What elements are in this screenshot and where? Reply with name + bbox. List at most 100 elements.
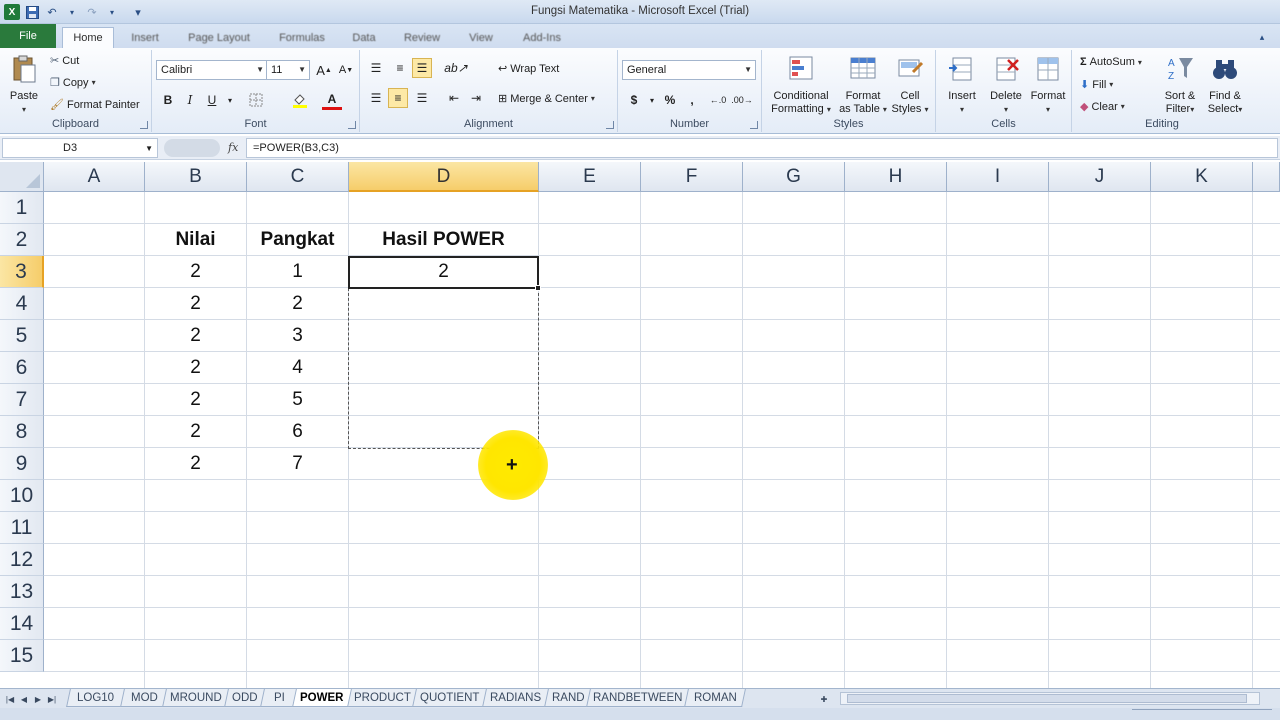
sheet-tab-rand[interactable]: RAND — [544, 689, 592, 707]
cell-c4[interactable]: 2 — [247, 288, 348, 320]
header-hasil-power[interactable]: Hasil POWER — [349, 224, 538, 256]
cell-c8[interactable]: 6 — [247, 416, 348, 448]
sheet-tab-product[interactable]: PRODUCT — [346, 689, 418, 707]
cell-b6[interactable]: 2 — [145, 352, 246, 384]
conditional-formatting-button[interactable]: Conditional Formatting ▾ — [766, 54, 836, 116]
cell-b7[interactable]: 2 — [145, 384, 246, 416]
cell-b4[interactable]: 2 — [145, 288, 246, 320]
cell-c5[interactable]: 3 — [247, 320, 348, 352]
fill-button[interactable]: ⬇ Fill ▾ — [1080, 78, 1113, 92]
row-header-13[interactable]: 13 — [0, 576, 44, 608]
font-size-combo[interactable]: 11 ▼ — [266, 60, 310, 80]
align-right-icon[interactable]: ☰ — [412, 88, 432, 108]
column-header-a[interactable]: A — [44, 162, 145, 192]
tab-data[interactable]: Data — [344, 27, 384, 48]
column-header-h[interactable]: H — [845, 162, 947, 192]
column-header-f[interactable]: F — [641, 162, 743, 192]
row-header-4[interactable]: 4 — [0, 288, 44, 320]
tab-insert[interactable]: Insert — [122, 27, 168, 48]
tab-file[interactable]: File — [0, 24, 56, 48]
row-header-3[interactable]: 3 — [0, 256, 44, 288]
next-sheet-icon[interactable]: ▶ — [32, 692, 44, 706]
shrink-font-icon[interactable]: A ▼ — [336, 60, 356, 80]
row-header-6[interactable]: 6 — [0, 352, 44, 384]
autosum-button[interactable]: Σ AutoSum ▾ — [1080, 56, 1142, 68]
column-header-partial[interactable] — [1253, 162, 1280, 192]
sheet-tab-quotient[interactable]: QUOTIENT — [412, 689, 488, 707]
clear-button[interactable]: ◆ Clear ▾ — [1080, 100, 1125, 114]
align-bottom-icon[interactable]: ☰ — [412, 58, 432, 78]
align-top-icon[interactable]: ☰ — [366, 58, 386, 78]
row-header-12[interactable]: 12 — [0, 544, 44, 576]
first-sheet-icon[interactable]: |◀ — [4, 692, 16, 706]
cell-c3[interactable]: 1 — [247, 256, 348, 288]
insert-function-button[interactable]: fx — [228, 141, 238, 154]
copy-button[interactable]: ❐ Copy ▾ — [50, 76, 96, 90]
underline-button[interactable]: U — [202, 90, 222, 110]
copy-dropdown-icon[interactable]: ▾ — [92, 78, 96, 87]
sheet-tab-radians[interactable]: RADIANS — [482, 689, 550, 707]
select-all-button[interactable] — [0, 162, 44, 192]
cell-c9[interactable]: 7 — [247, 448, 348, 480]
percent-button[interactable]: % — [660, 90, 680, 110]
tab-home[interactable]: Home — [62, 27, 114, 48]
cell-b9[interactable]: 2 — [145, 448, 246, 480]
cell-c7[interactable]: 5 — [247, 384, 348, 416]
increase-decimal-icon[interactable]: ←.0 — [708, 90, 728, 110]
paste-button[interactable]: Paste ▾ — [6, 54, 42, 116]
sort-filter-button[interactable]: AZ Sort & Filter▾ — [1158, 54, 1202, 116]
bold-button[interactable]: B — [158, 90, 178, 110]
format-cells-button[interactable]: Format ▾ — [1026, 54, 1070, 116]
fill-handle[interactable] — [535, 285, 541, 291]
italic-button[interactable]: I — [180, 90, 200, 110]
cut-button[interactable]: ✂ Cut — [50, 54, 79, 68]
orientation-icon[interactable]: ab↗ — [444, 58, 467, 78]
row-header-1[interactable]: 1 — [0, 192, 44, 224]
row-header-11[interactable]: 11 — [0, 512, 44, 544]
tab-review[interactable]: Review — [396, 27, 448, 48]
worksheet-grid[interactable]: ABCDEFGHIJK 1 2 3 4 5 6 7 8 9 10 11 12 13 14 15 Nilai … — [0, 162, 1280, 688]
insert-cells-button[interactable]: Insert ▾ — [940, 54, 984, 116]
currency-dropdown-icon[interactable]: ▾ — [642, 90, 662, 110]
header-pangkat[interactable]: Pangkat — [247, 224, 348, 256]
align-middle-icon[interactable]: ≡ — [390, 58, 410, 78]
tab-view[interactable]: View — [460, 27, 502, 48]
column-header-j[interactable]: J — [1049, 162, 1151, 192]
number-format-combo[interactable]: General ▼ — [622, 60, 756, 80]
find-select-button[interactable]: Find & Select▾ — [1202, 54, 1248, 116]
delete-cells-button[interactable]: Delete ▾ — [984, 54, 1028, 116]
column-header-b[interactable]: B — [145, 162, 247, 192]
cell-b5[interactable]: 2 — [145, 320, 246, 352]
tab-formulas[interactable]: Formulas — [270, 27, 334, 48]
row-header-14[interactable]: 14 — [0, 608, 44, 640]
paste-dropdown-icon[interactable]: ▾ — [6, 103, 42, 116]
tab-page-layout[interactable]: Page Layout — [180, 27, 258, 48]
format-as-table-button[interactable]: Format as Table ▾ — [838, 54, 888, 116]
decrease-indent-icon[interactable]: ⇤ — [444, 88, 464, 108]
help-icon[interactable]: ▴ — [1254, 29, 1270, 45]
fill-color-icon[interactable] — [290, 90, 310, 110]
column-header-k[interactable]: K — [1151, 162, 1253, 192]
currency-button[interactable]: $ — [624, 90, 644, 110]
row-header-10[interactable]: 10 — [0, 480, 44, 512]
wrap-text-button[interactable]: ↩ Wrap Text — [498, 62, 559, 76]
number-launcher-icon[interactable] — [750, 121, 758, 129]
sheet-tab-mod[interactable]: MOD — [120, 689, 168, 707]
format-painter-button[interactable]: 🖌 Format Painter — [50, 98, 140, 112]
grow-font-icon[interactable]: A ▲ — [314, 60, 334, 80]
cell-c6[interactable]: 4 — [247, 352, 348, 384]
borders-icon[interactable] — [246, 90, 266, 110]
row-header-8[interactable]: 8 — [0, 416, 44, 448]
column-header-c[interactable]: C — [247, 162, 349, 192]
horizontal-scrollbar[interactable] — [840, 692, 1260, 705]
align-left-icon[interactable]: ☰ — [366, 88, 386, 108]
decrease-decimal-icon[interactable]: .00→ — [731, 90, 753, 110]
cell-b3[interactable]: 2 — [145, 256, 246, 288]
row-header-5[interactable]: 5 — [0, 320, 44, 352]
cell-styles-button[interactable]: Cell Styles ▾ — [888, 54, 932, 116]
underline-dropdown-icon[interactable]: ▾ — [220, 90, 240, 110]
row-header-2[interactable]: 2 — [0, 224, 44, 256]
scrollbar-thumb[interactable] — [847, 694, 1247, 703]
sheet-tab-log10[interactable]: LOG10 — [66, 689, 126, 707]
name-box[interactable]: D3 ▼ — [2, 138, 158, 158]
